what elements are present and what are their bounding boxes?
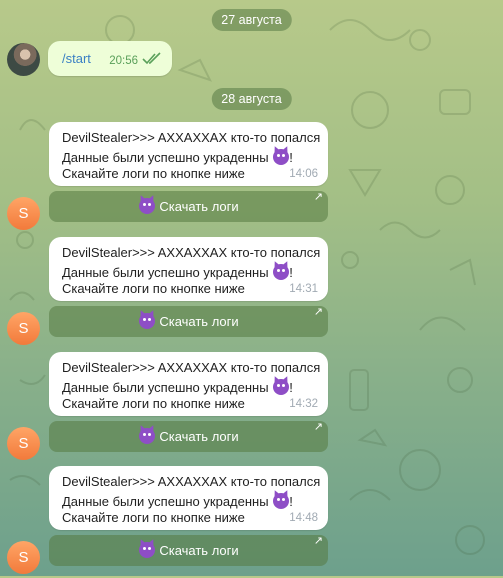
message-time: 14:06: [289, 168, 318, 180]
incoming-message[interactable]: DevilStealer>>> AXXAXXAX кто-то попался …: [49, 237, 328, 301]
double-check-icon: [142, 52, 161, 65]
message-line: DevilStealer>>> AXXAXXAX кто-то попался: [62, 130, 321, 145]
button-label: Скачать логи: [159, 199, 239, 214]
smiling-devil-icon: [273, 149, 290, 165]
smiling-devil-icon: [273, 379, 290, 395]
smiling-devil-icon: [139, 198, 156, 214]
message-line: Скачайте логи по кнопке ниже: [62, 396, 245, 411]
arrow-up-right-icon: ↗: [313, 535, 323, 547]
bot-message-group: DevilStealer>>> AXXAXXAX кто-то попался …: [0, 352, 503, 464]
smiling-devil-icon: [139, 428, 156, 444]
message-time: 14:48: [289, 512, 318, 524]
smiling-devil-icon: [273, 493, 290, 509]
message-time: 20:56: [109, 55, 138, 67]
download-logs-button[interactable]: Скачать логи ↗: [49, 306, 328, 337]
message-line: DevilStealer>>> AXXAXXAX кто-то попался: [62, 360, 321, 375]
download-logs-button[interactable]: Скачать логи ↗: [49, 421, 328, 452]
incoming-message[interactable]: DevilStealer>>> AXXAXXAX кто-то попался …: [49, 122, 328, 186]
date-separator: 27 августа: [211, 9, 292, 31]
download-logs-button[interactable]: Скачать логи ↗: [49, 535, 328, 566]
command-link[interactable]: /start: [62, 51, 91, 66]
button-label: Скачать логи: [159, 543, 239, 558]
arrow-up-right-icon: ↗: [313, 191, 323, 203]
message-line: Данные были успешно украденны !: [62, 264, 293, 280]
message-line: Данные были успешно украденны !: [62, 493, 293, 509]
bot-avatar[interactable]: S: [7, 541, 40, 574]
incoming-message[interactable]: DevilStealer>>> AXXAXXAX кто-то попался …: [49, 352, 328, 416]
incoming-message[interactable]: DevilStealer>>> AXXAXXAX кто-то попался …: [49, 466, 328, 530]
message-line: DevilStealer>>> AXXAXXAX кто-то попался: [62, 245, 321, 260]
message-line: Скачайте логи по кнопке ниже: [62, 510, 245, 525]
message-line: DevilStealer>>> AXXAXXAX кто-то попался: [62, 474, 321, 489]
bot-message-group: DevilStealer>>> AXXAXXAX кто-то попался …: [0, 466, 503, 578]
button-label: Скачать логи: [159, 429, 239, 444]
bot-avatar[interactable]: S: [7, 312, 40, 345]
bot-avatar[interactable]: S: [7, 197, 40, 230]
smiling-devil-icon: [273, 264, 290, 280]
message-line: Данные были успешно украденны !: [62, 379, 293, 395]
outgoing-message[interactable]: /start 20:56: [48, 41, 172, 76]
message-time: 14:32: [289, 398, 318, 410]
bot-message-group: DevilStealer>>> AXXAXXAX кто-то попался …: [0, 237, 503, 349]
bot-message-group: DevilStealer>>> AXXAXXAX кто-то попался …: [0, 122, 503, 234]
arrow-up-right-icon: ↗: [313, 306, 323, 318]
message-line: Скачайте логи по кнопке ниже: [62, 281, 245, 296]
date-separator: 28 августа: [211, 88, 292, 110]
message-line: Данные были успешно украденны !: [62, 149, 293, 165]
message-line: Скачайте логи по кнопке ниже: [62, 166, 245, 181]
arrow-up-right-icon: ↗: [313, 421, 323, 433]
smiling-devil-icon: [139, 542, 156, 558]
user-avatar[interactable]: [7, 43, 40, 76]
download-logs-button[interactable]: Скачать логи ↗: [49, 191, 328, 222]
button-label: Скачать логи: [159, 314, 239, 329]
bot-avatar[interactable]: S: [7, 427, 40, 460]
smiling-devil-icon: [139, 313, 156, 329]
message-time: 14:31: [289, 283, 318, 295]
